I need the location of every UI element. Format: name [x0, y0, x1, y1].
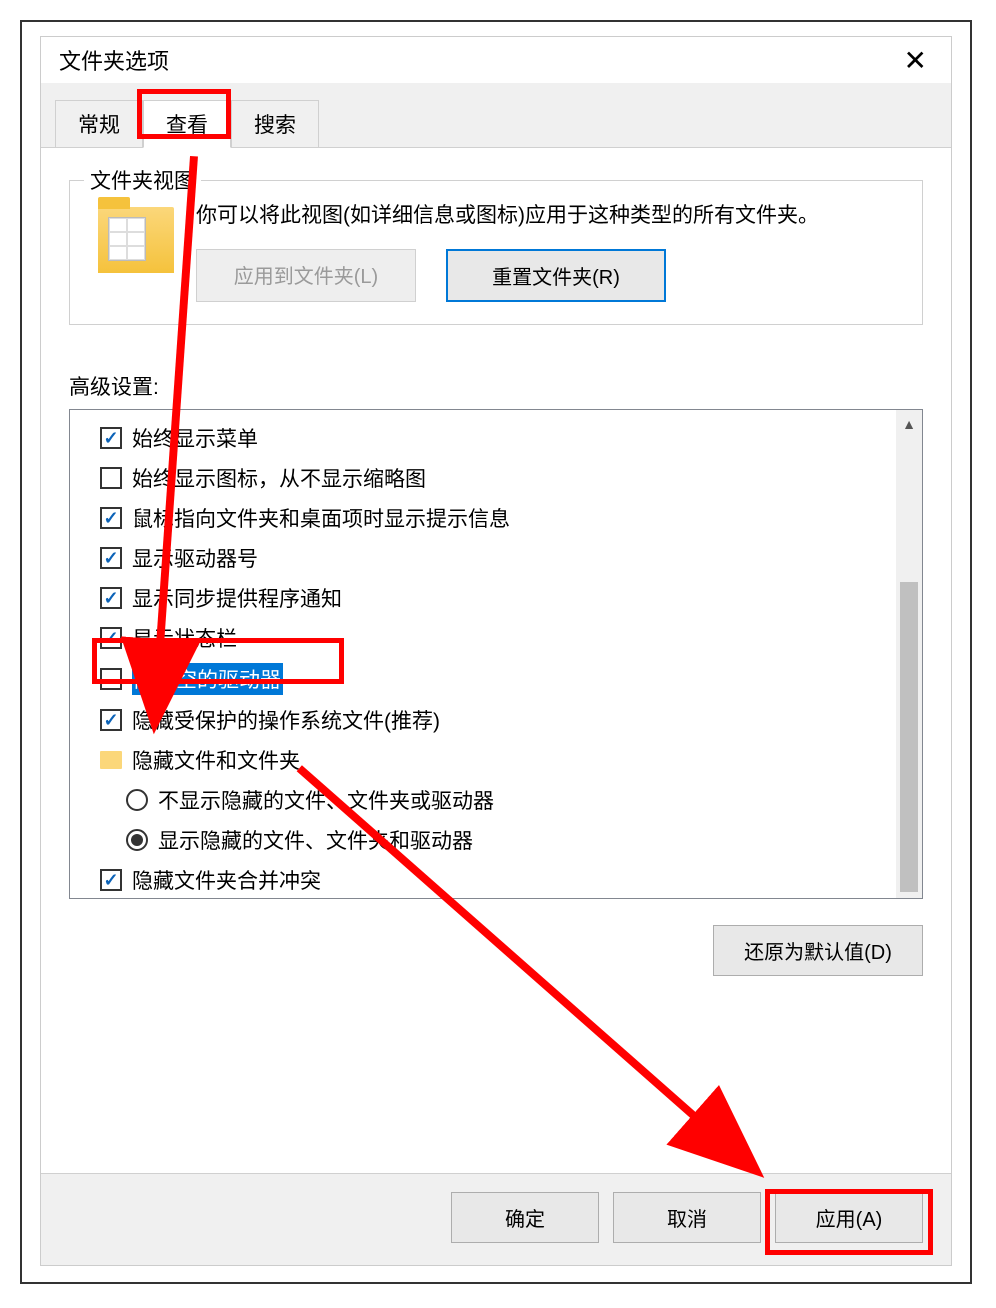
folder-view-description: 你可以将此视图(如详细信息或图标)应用于这种类型的所有文件夹。	[196, 199, 904, 233]
folder-small-icon	[100, 751, 122, 769]
tab-general[interactable]: 常规	[55, 100, 143, 148]
checkbox-icon[interactable]	[100, 587, 122, 609]
apply-button[interactable]: 应用(A)	[775, 1192, 923, 1243]
tree-item-always-show-icons[interactable]: 始终显示图标，从不显示缩略图	[100, 458, 918, 498]
checkbox-icon[interactable]	[100, 547, 122, 569]
checkbox-icon[interactable]	[100, 467, 122, 489]
apply-to-folders-button: 应用到文件夹(L)	[196, 249, 416, 302]
tree-item-hide-empty-drives[interactable]: 隐藏空的驱动器	[100, 658, 918, 700]
folder-options-dialog: 文件夹选项 ✕ 常规 查看 搜索 文件夹视图 你可以将此视图(如详细信息或图标)…	[40, 36, 952, 1266]
tab-row: 常规 查看 搜索	[41, 83, 951, 148]
close-icon[interactable]: ✕	[894, 40, 937, 81]
ok-button[interactable]: 确定	[451, 1192, 599, 1243]
tree-item-hide-merge-conflicts[interactable]: 隐藏文件夹合并冲突	[100, 860, 918, 899]
titlebar: 文件夹选项 ✕	[41, 37, 951, 83]
outer-frame: 文件夹选项 ✕ 常规 查看 搜索 文件夹视图 你可以将此视图(如详细信息或图标)…	[20, 20, 972, 1284]
reset-folders-button[interactable]: 重置文件夹(R)	[446, 249, 666, 302]
checkbox-icon[interactable]	[100, 427, 122, 449]
tree-item-hide-protected-os-files[interactable]: 隐藏受保护的操作系统文件(推荐)	[100, 700, 918, 740]
content-area: 文件夹视图 你可以将此视图(如详细信息或图标)应用于这种类型的所有文件夹。 应用…	[41, 148, 951, 1173]
advanced-settings-label: 高级设置:	[69, 371, 923, 401]
restore-defaults-button[interactable]: 还原为默认值(D)	[713, 925, 923, 976]
checkbox-icon[interactable]	[100, 869, 122, 891]
advanced-settings-tree[interactable]: 始终显示菜单 始终显示图标，从不显示缩略图 鼠标指向文件夹和桌面项时显示提示信息…	[69, 409, 923, 899]
scrollbar[interactable]: ▲	[896, 410, 922, 898]
tree-item-always-show-menus[interactable]: 始终显示菜单	[100, 418, 918, 458]
folder-icon	[98, 207, 174, 273]
folder-view-legend: 文件夹视图	[84, 165, 201, 195]
dialog-buttons: 确定 取消 应用(A)	[41, 1173, 951, 1265]
scroll-up-icon[interactable]: ▲	[902, 410, 916, 438]
tree-item-radio-dont-show-hidden[interactable]: 不显示隐藏的文件、文件夹或驱动器	[100, 780, 918, 820]
tab-view[interactable]: 查看	[143, 100, 231, 148]
tree-item-show-drive-letters[interactable]: 显示驱动器号	[100, 538, 918, 578]
tree-item-hidden-files-folder[interactable]: 隐藏文件和文件夹	[100, 740, 918, 780]
dialog-title: 文件夹选项	[59, 44, 169, 76]
tree-item-show-sync-notifications[interactable]: 显示同步提供程序通知	[100, 578, 918, 618]
checkbox-icon[interactable]	[100, 627, 122, 649]
tree-item-show-status-bar[interactable]: 显示状态栏	[100, 618, 918, 658]
radio-icon[interactable]	[126, 789, 148, 811]
checkbox-icon[interactable]	[100, 668, 122, 690]
radio-icon[interactable]	[126, 829, 148, 851]
tree-item-show-tooltips[interactable]: 鼠标指向文件夹和桌面项时显示提示信息	[100, 498, 918, 538]
tab-search[interactable]: 搜索	[231, 100, 319, 148]
tree-item-radio-show-hidden[interactable]: 显示隐藏的文件、文件夹和驱动器	[100, 820, 918, 860]
scroll-thumb[interactable]	[900, 582, 918, 892]
folder-view-group: 文件夹视图 你可以将此视图(如详细信息或图标)应用于这种类型的所有文件夹。 应用…	[69, 180, 923, 325]
cancel-button[interactable]: 取消	[613, 1192, 761, 1243]
checkbox-icon[interactable]	[100, 709, 122, 731]
checkbox-icon[interactable]	[100, 507, 122, 529]
